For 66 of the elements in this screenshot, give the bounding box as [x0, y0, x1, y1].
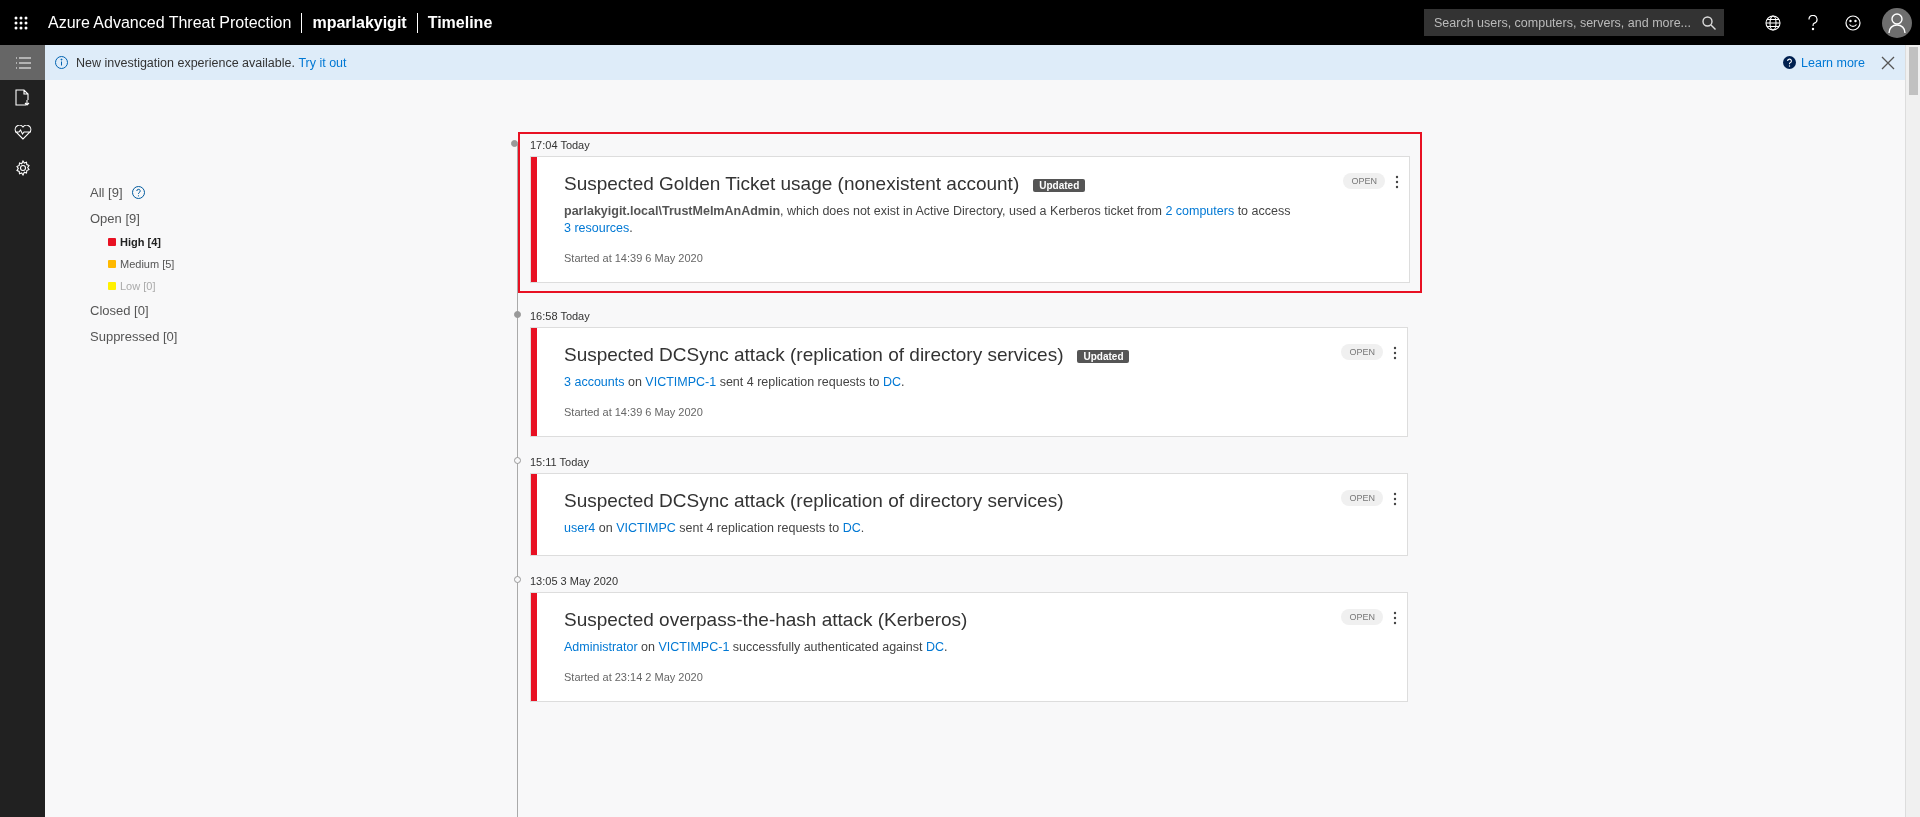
status-pill: OPEN	[1343, 173, 1385, 189]
menu-icon[interactable]	[14, 56, 31, 69]
alert-time: 17:04 Today	[530, 138, 591, 153]
page-title: Timeline	[427, 13, 493, 32]
filter-item[interactable]: Closed [0]	[90, 302, 149, 318]
filter-item[interactable]: Suppressed [0]	[90, 328, 178, 344]
start-time: Started at 14:39 6 May 2020	[564, 252, 704, 264]
avatar-icon[interactable]	[1882, 7, 1912, 38]
alert-title[interactable]: Suspected overpass-the-hash attack (Kerberos)	[564, 609, 968, 631]
alert-title[interactable]: Suspected Golden Ticket usage (nonexistent account)	[564, 173, 1020, 195]
filter-item[interactable]: High [4]	[120, 236, 161, 248]
status-pill: OPEN	[1341, 490, 1383, 506]
banner-message: New investigation experience available.	[76, 55, 295, 70]
alert-card[interactable]: Suspected overpass-the-hash attack (Kerberos) OPEN Administrator on VICTIMPC-1 successfully authenticated against DC. Started at 23:14 2 May 2020	[530, 592, 1408, 702]
alert-time: 13:05 3 May 2020	[530, 574, 620, 589]
more-options-icon[interactable]	[1393, 611, 1397, 625]
start-time: Started at 23:14 2 May 2020	[564, 671, 704, 683]
alert-time: 15:11 Today	[530, 455, 590, 470]
help-icon	[1783, 56, 1797, 69]
filter-item[interactable]: Medium [5]	[120, 258, 175, 270]
updated-badge: Updated	[1077, 350, 1130, 363]
alert-description: user4 on VICTIMPC sent 4 replication requests to DC.	[564, 520, 866, 537]
alert-description: parlakyigit.local\TrustMeImAnAdmin, which does not exist in Active Directory, used a Kerberos ticket from 2 computers to access 3 resources.	[564, 203, 1292, 237]
entity-link[interactable]: DC	[842, 521, 861, 535]
help-icon[interactable]	[1807, 14, 1819, 31]
alert-time: 16:58 Today	[530, 309, 591, 324]
status-pill: OPEN	[1341, 344, 1383, 360]
entity-link[interactable]: 2 computers	[1165, 204, 1235, 218]
try-it-out-link[interactable]: Try it out	[298, 55, 347, 70]
scrollbar[interactable]	[1905, 45, 1920, 817]
globe-icon[interactable]	[1765, 14, 1781, 31]
more-options-icon[interactable]	[1393, 346, 1397, 360]
filter-item[interactable]: Open [9]	[90, 210, 140, 226]
alert-card[interactable]: Suspected DCSync attack (replication of directory services) OPEN user4 on VICTIMPC sent 4 replication requests to DC.	[530, 473, 1408, 556]
entity-link[interactable]: user4	[564, 521, 596, 535]
more-options-icon[interactable]	[1393, 492, 1397, 506]
filter-item[interactable]: All [9]	[90, 184, 123, 200]
search-field[interactable]: Search users, computers, servers, and more...	[1424, 9, 1724, 36]
entity-link[interactable]: Administrator	[564, 640, 638, 654]
alert-title[interactable]: Suspected DCSync attack (replication of directory services)	[564, 344, 1064, 366]
entity-link[interactable]: VICTIMPC	[616, 521, 676, 535]
app-title[interactable]: Azure Advanced Threat Protection	[48, 13, 292, 32]
entity-link[interactable]: VICTIMPC-1	[645, 375, 717, 389]
alert-description: Administrator on VICTIMPC-1 successfully authenticated against DC.	[564, 639, 949, 656]
more-options-icon[interactable]	[1395, 175, 1399, 189]
settings-icon[interactable]	[14, 159, 31, 176]
status-pill: OPEN	[1341, 609, 1383, 625]
alert-description: 3 accounts on VICTIMPC-1 sent 4 replication requests to DC.	[564, 374, 906, 391]
entity-link[interactable]: VICTIMPC-1	[658, 640, 730, 654]
entity-link[interactable]: DC	[882, 375, 901, 389]
app-launcher-icon[interactable]	[14, 15, 28, 30]
search-icon[interactable]	[1702, 15, 1716, 30]
updated-badge: Updated	[1033, 179, 1086, 192]
entity-link[interactable]: 3 accounts	[564, 375, 625, 389]
alert-card[interactable]	[530, 156, 1410, 283]
learn-more-link[interactable]: Learn more	[1801, 55, 1865, 70]
alert-card[interactable]: Suspected DCSync attack (replication of directory services) Updated OPEN 3 accounts on VICTIMPC-1 sent 4 replication requests to DC. Started at 14:39 6 May 2020	[530, 327, 1408, 437]
document-icon[interactable]	[15, 89, 30, 106]
info-icon	[55, 56, 68, 69]
scrollbar-thumb[interactable]	[1908, 47, 1918, 95]
heart-pulse-icon[interactable]	[13, 125, 32, 140]
start-time: Started at 14:39 6 May 2020	[564, 406, 704, 418]
close-icon[interactable]	[1881, 55, 1895, 70]
alert-title[interactable]: Suspected DCSync attack (replication of directory services)	[564, 490, 1064, 512]
smiley-icon[interactable]	[1845, 14, 1861, 31]
workspace-name[interactable]: mparlakyigit	[312, 13, 407, 32]
